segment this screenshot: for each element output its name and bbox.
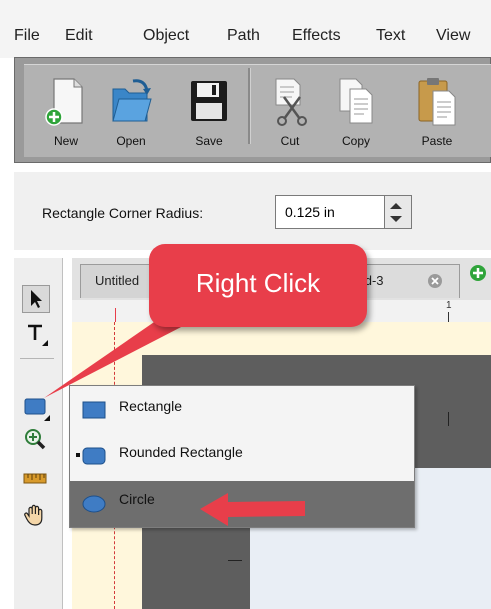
menu-edit[interactable]: Edit: [65, 27, 93, 45]
paste-button-label: Paste: [421, 134, 453, 148]
arrow-pointer-icon: [31, 290, 42, 308]
ruler-tool-icon: [23, 473, 47, 484]
callout-text: Right Click: [195, 268, 321, 298]
shape-tool[interactable]: [22, 393, 50, 421]
open-folder-icon: [112, 79, 152, 122]
current-selection-bullet: [76, 453, 80, 457]
menu-item-label: Rounded Rectangle: [119, 444, 243, 460]
document-tab-label: Untitled: [95, 273, 140, 288]
copy-button[interactable]: Copy: [328, 75, 384, 155]
scissors-icon: [275, 78, 307, 126]
shape-context-menu: Rectangle Rounded Rectangle Circle: [69, 385, 415, 528]
floppy-disk-icon: [191, 81, 227, 121]
close-tab-icon[interactable]: [427, 273, 443, 289]
text-tool[interactable]: [22, 320, 50, 348]
save-button[interactable]: Save: [181, 75, 237, 155]
open-button[interactable]: Open: [103, 75, 159, 155]
hand-icon: [24, 504, 43, 526]
menu-object[interactable]: Object: [143, 27, 189, 45]
zoom-magnifier-icon: [25, 429, 46, 450]
ruler-origin-marker: [115, 308, 116, 322]
menu-item-label: Circle: [119, 491, 155, 507]
menu-item-rounded-rectangle[interactable]: Rounded Rectangle: [70, 432, 414, 478]
menu-item-rectangle[interactable]: Rectangle: [70, 386, 414, 432]
canvas-guide-mark: [228, 560, 242, 561]
menu-file[interactable]: File: [14, 27, 40, 45]
menu-text[interactable]: Text: [376, 27, 405, 45]
new-button[interactable]: New: [38, 75, 94, 155]
save-button-label: Save: [195, 134, 223, 148]
right-click-callout: Right Click: [149, 244, 367, 327]
menu-effects[interactable]: Effects: [292, 27, 341, 45]
corner-radius-input[interactable]: [275, 195, 385, 229]
copy-icon: [339, 78, 373, 124]
new-button-label: New: [53, 134, 78, 148]
palette-divider: [20, 358, 54, 359]
rounded-rectangle-shape-icon: [82, 447, 106, 465]
pan-tool[interactable]: [22, 502, 50, 530]
add-tab-icon[interactable]: [469, 264, 487, 282]
new-doc-icon: [45, 78, 83, 126]
rectangle-tool-icon: [24, 398, 50, 421]
corner-radius-stepper[interactable]: [385, 195, 412, 229]
menu-item-label: Rectangle: [119, 398, 183, 414]
corner-radius-label: Rectangle Corner Radius:: [42, 205, 204, 221]
menu-path[interactable]: Path: [227, 27, 260, 45]
cut-button[interactable]: Cut: [262, 75, 318, 155]
cut-button-label: Cut: [280, 134, 300, 148]
select-tool[interactable]: [22, 285, 50, 313]
copy-button-label: Copy: [341, 134, 370, 148]
circle-shape-icon: [82, 495, 106, 513]
zoom-tool[interactable]: [22, 426, 50, 454]
menu-bar: File Edit Object Path Effects Text View: [0, 0, 491, 58]
ruler-tick: [448, 312, 449, 322]
canvas-guide-mark: [448, 412, 449, 426]
rectangle-shape-icon: [82, 401, 106, 419]
toolbar-separator: [248, 68, 251, 144]
text-tool-icon: [28, 324, 48, 346]
stepper-down-icon[interactable]: [390, 216, 402, 222]
ruler-tick-label: 1: [446, 300, 452, 311]
measure-tool[interactable]: [22, 466, 50, 494]
paste-button[interactable]: Paste: [409, 75, 465, 155]
stepper-up-icon[interactable]: [390, 203, 402, 209]
open-button-label: Open: [116, 134, 146, 148]
document-tab[interactable]: Untitled: [80, 264, 160, 298]
paste-icon: [418, 78, 456, 126]
menu-item-circle[interactable]: Circle: [70, 481, 414, 527]
menu-view[interactable]: View: [436, 27, 470, 45]
